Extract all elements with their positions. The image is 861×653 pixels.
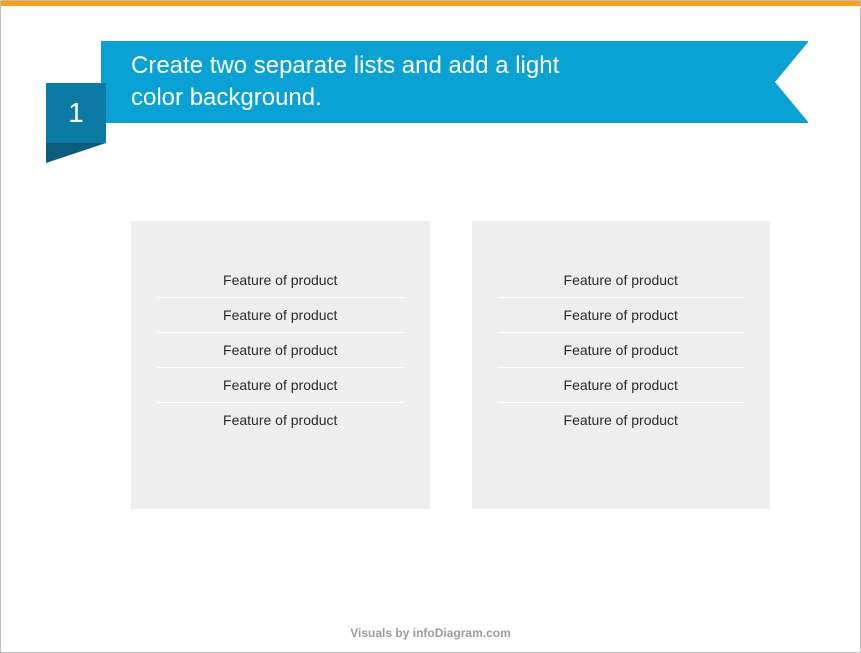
badge-shadow-icon xyxy=(46,143,106,163)
slide-header: Create two separate lists and add a ligh… xyxy=(46,41,808,151)
list-right: Feature of product Feature of product Fe… xyxy=(472,221,771,509)
step-number-badge: 1 xyxy=(46,83,106,143)
list-item: Feature of product xyxy=(157,368,404,403)
accent-strip xyxy=(1,1,860,6)
list-item: Feature of product xyxy=(498,368,745,403)
slide-title: Create two separate lists and add a ligh… xyxy=(131,50,601,115)
list-item: Feature of product xyxy=(157,403,404,437)
ribbon-notch-icon xyxy=(775,41,809,123)
list-item: Feature of product xyxy=(157,333,404,368)
list-item: Feature of product xyxy=(157,263,404,298)
footer-credit: Visuals by infoDiagram.com xyxy=(1,626,860,640)
content-lists: Feature of product Feature of product Fe… xyxy=(131,221,770,509)
list-item: Feature of product xyxy=(498,298,745,333)
list-item: Feature of product xyxy=(157,298,404,333)
step-number: 1 xyxy=(68,97,84,129)
title-ribbon: Create two separate lists and add a ligh… xyxy=(101,41,808,123)
list-item: Feature of product xyxy=(498,403,745,437)
list-item: Feature of product xyxy=(498,333,745,368)
list-item: Feature of product xyxy=(498,263,745,298)
list-left: Feature of product Feature of product Fe… xyxy=(131,221,430,509)
